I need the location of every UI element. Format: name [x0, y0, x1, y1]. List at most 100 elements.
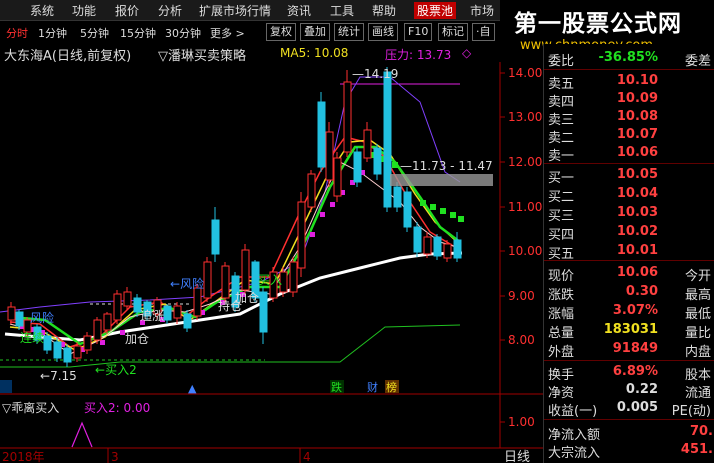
- stat2-row-2-label2: PE(动): [671, 404, 711, 419]
- tab-30min[interactable]: 30分钟: [165, 25, 201, 41]
- candle-body: [15, 311, 24, 327]
- sell-level-1-label: 卖一: [548, 149, 575, 164]
- overlay-button[interactable]: 叠加: [300, 23, 330, 41]
- flow-value: 451.: [680, 442, 713, 457]
- menu-news[interactable]: 资讯: [287, 2, 311, 19]
- candle-body: [433, 236, 442, 257]
- sell-level-1-value: 10.06: [616, 145, 658, 160]
- menu-market[interactable]: 市场: [470, 2, 494, 19]
- stat-row-0-value: 10.06: [616, 265, 658, 280]
- f10-button[interactable]: F10: [404, 23, 433, 41]
- sell-level-3: 卖三 10.08: [544, 109, 714, 128]
- menu-quote[interactable]: 报价: [115, 2, 139, 19]
- sub-y-tick: 1.00: [508, 415, 535, 429]
- marker-die[interactable]: 跌: [331, 380, 342, 394]
- stat-row-4-value: 91849: [612, 341, 658, 356]
- candle-body: [259, 291, 268, 333]
- flow-label: 净流入额: [548, 428, 601, 443]
- menu-system[interactable]: 系统: [30, 2, 54, 19]
- stat-row-3-value: 183031: [603, 322, 658, 337]
- candle-body: [325, 131, 334, 181]
- candle-body: [221, 265, 230, 299]
- stat2-row-0-label: 换手: [548, 368, 575, 383]
- candle-body: [317, 101, 326, 168]
- stat-row-3-label2: 量比: [684, 326, 711, 341]
- label-buy-1: 买入: [258, 273, 282, 287]
- menu-help[interactable]: 帮助: [372, 2, 396, 19]
- candle-body: [443, 243, 452, 259]
- sell-level-2-label: 卖二: [548, 131, 575, 146]
- menu-extended-market[interactable]: 扩展市场行情: [199, 2, 271, 19]
- candle-body: [383, 71, 392, 208]
- candle-body: [73, 345, 82, 359]
- menu-stock-pool[interactable]: 股票池: [414, 2, 457, 19]
- label-low: ←7.15: [40, 369, 77, 383]
- sell-level-1: 卖一 10.06: [544, 145, 714, 164]
- candle-body: [373, 147, 382, 175]
- stat-row-0: 现价 10.06 今开: [544, 265, 714, 284]
- statistics-button[interactable]: 统计: [334, 23, 364, 41]
- pressure-value: 压力: 13.73: [385, 48, 452, 62]
- stat-row-4-label: 外盘: [548, 345, 575, 360]
- buy-level-2-label: 买二: [548, 190, 575, 205]
- stat2-row-1-value: 0.22: [625, 382, 658, 397]
- buy-level-5-value: 10.01: [616, 243, 658, 258]
- menu-tools[interactable]: 工具: [330, 2, 354, 19]
- candle-body: [413, 226, 422, 253]
- label-high: —14.19: [352, 67, 398, 81]
- flow-label: 大宗流入: [548, 446, 601, 461]
- label-range: —11.73 - 11.47: [400, 159, 493, 173]
- candle-body: [289, 261, 298, 293]
- candle-body: [423, 236, 432, 255]
- candle-body: [307, 173, 316, 208]
- label-continuous: 连续: [20, 330, 44, 345]
- candle-body: [333, 157, 342, 197]
- sell-level-5-value: 10.10: [616, 73, 658, 88]
- candle-body: [7, 306, 16, 321]
- candle-body: [113, 293, 122, 321]
- menu-analysis[interactable]: 分析: [158, 2, 182, 19]
- marker-cai[interactable]: 财: [367, 380, 378, 394]
- candlestick-chart[interactable]: 14.00 13.00 12.00 11.00 10.00 9.00 8.00: [0, 62, 543, 395]
- menu-function[interactable]: 功能: [72, 2, 96, 19]
- auto-button[interactable]: ·自: [472, 23, 495, 41]
- stat-row-3-label: 总量: [548, 326, 575, 341]
- buy-level-4-label: 买四: [548, 228, 575, 243]
- label-add-position-1: 加仓: [125, 332, 149, 346]
- tab-intraday[interactable]: 分时: [6, 25, 28, 41]
- mark-button[interactable]: 标记: [438, 23, 468, 41]
- buy-level-3: 买三 10.03: [544, 205, 714, 224]
- ma5-value: MA5: 10.08: [280, 46, 349, 60]
- draw-line-button[interactable]: 画线: [368, 23, 398, 41]
- period-daily-tab[interactable]: 日线: [504, 450, 530, 463]
- y-tick-13: 13.00: [508, 110, 542, 124]
- marker-triangle: ▲: [188, 382, 197, 395]
- indicator-subpane[interactable]: ▽乖离买入 买入2: 0.00 1.00 2018年 3 4 日线: [0, 395, 543, 463]
- stat2-row-2-label: 收益(一): [548, 404, 598, 419]
- buy-level-3-value: 10.03: [616, 205, 658, 220]
- tab-15min[interactable]: 15分钟: [120, 25, 156, 41]
- tab-1min[interactable]: 1分钟: [38, 25, 67, 41]
- tab-5min[interactable]: 5分钟: [80, 25, 109, 41]
- label-risk-1: 风险: [30, 310, 54, 325]
- buy-level-5: 买五 10.01: [544, 243, 714, 262]
- y-tick-14: 14.00: [508, 66, 542, 80]
- stat2-row-2: 收益(一) 0.005 PE(动): [544, 400, 714, 419]
- y-tick-8: 8.00: [508, 333, 535, 347]
- candle-body: [241, 249, 250, 291]
- tab-more[interactable]: 更多 >: [210, 25, 245, 41]
- stat-row-2: 涨幅 3.07% 最低: [544, 303, 714, 322]
- candle-body: [203, 261, 212, 299]
- candle-body: [211, 219, 220, 255]
- y-tick-12: 12.00: [508, 155, 542, 169]
- stat2-row-2-value: 0.005: [616, 400, 658, 415]
- buy-level-2: 买二 10.04: [544, 186, 714, 205]
- marker-bang[interactable]: 榜: [386, 380, 397, 394]
- candle-body: [173, 305, 182, 319]
- candle-body: [53, 341, 62, 359]
- label-risk-2: ←风险: [170, 276, 204, 291]
- stat-row-2-label: 涨幅: [548, 307, 575, 322]
- adjust-button[interactable]: 复权: [266, 23, 296, 41]
- candle-body: [403, 191, 412, 228]
- candle-body: [123, 291, 132, 307]
